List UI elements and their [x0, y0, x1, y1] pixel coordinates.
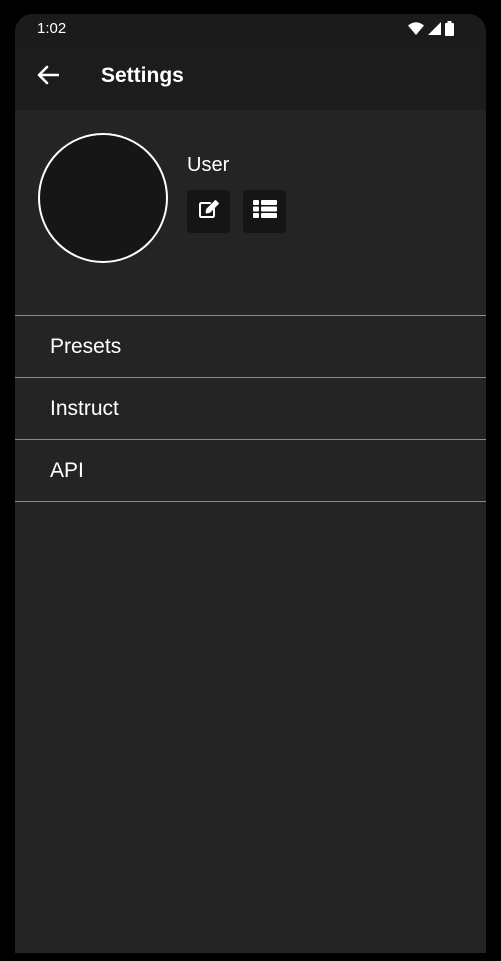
status-time: 1:02: [37, 20, 67, 37]
back-button[interactable]: [31, 60, 65, 94]
user-name: User: [187, 154, 230, 176]
list-button[interactable]: [243, 190, 286, 233]
edit-icon: [198, 199, 220, 224]
page-title: Settings: [101, 64, 184, 87]
list-icon: [252, 199, 277, 224]
menu-item-instruct[interactable]: Instruct: [15, 378, 486, 440]
settings-menu: Presets Instruct API: [15, 315, 486, 502]
battery-icon: [445, 20, 454, 36]
menu-item-presets[interactable]: Presets: [15, 316, 486, 378]
edit-profile-button[interactable]: [187, 190, 230, 233]
status-bar: 1:02: [15, 14, 486, 44]
menu-item-api[interactable]: API: [15, 440, 486, 502]
app-bar: Settings: [15, 44, 486, 110]
avatar[interactable]: [38, 133, 168, 263]
cellular-signal-icon: [428, 21, 441, 35]
status-icons: [408, 20, 454, 36]
arrow-left-icon: [37, 65, 60, 90]
wifi-icon: [408, 21, 424, 35]
device-frame: 1:02 Settings User Presets Instruct API: [0, 0, 501, 961]
profile-section: User: [15, 110, 486, 316]
app-screen: 1:02 Settings User Presets Instruct API: [15, 14, 486, 953]
